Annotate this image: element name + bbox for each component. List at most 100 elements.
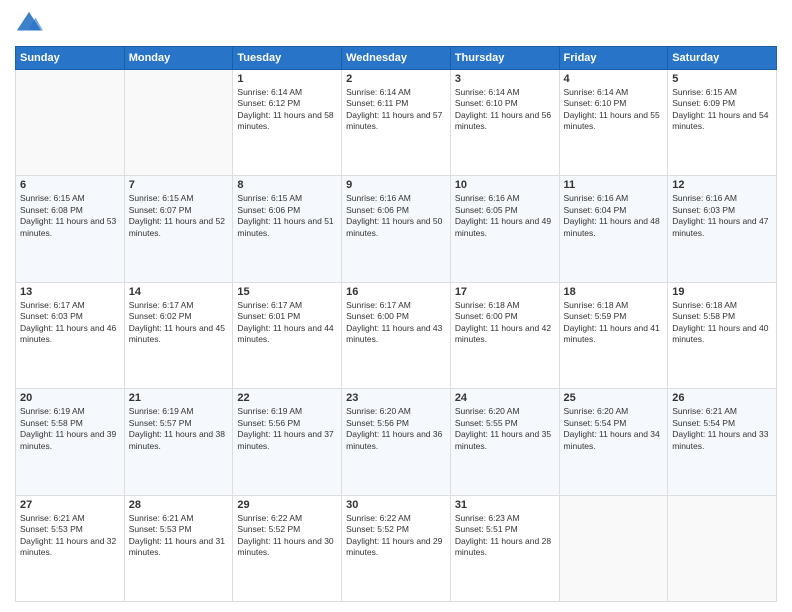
calendar-cell: 27 Sunrise: 6:21 AM Sunset: 5:53 PM Dayli… bbox=[16, 495, 125, 601]
day-number: 4 bbox=[564, 73, 664, 85]
calendar-cell: 14 Sunrise: 6:17 AM Sunset: 6:02 PM Dayli… bbox=[124, 282, 233, 388]
cell-content: Sunrise: 6:18 AM Sunset: 5:59 PM Dayligh… bbox=[564, 300, 664, 346]
calendar-cell: 29Sunrise: 6:22 AM Sunset: 5:52 PM Dayli… bbox=[233, 495, 342, 601]
calendar-cell bbox=[16, 70, 125, 176]
weekday-header-thursday: Thursday bbox=[450, 47, 559, 70]
header bbox=[15, 10, 777, 38]
day-number: 24 bbox=[455, 392, 555, 404]
calendar-cell: 23 Sunrise: 6:20 AM Sunset: 5:56 PM Dayli… bbox=[342, 389, 451, 495]
day-number: 16 bbox=[346, 286, 446, 298]
cell-content: Sunrise: 6:21 AM Sunset: 5:54 PM Dayligh… bbox=[672, 406, 772, 452]
day-number: 31 bbox=[455, 499, 555, 511]
calendar-cell: 28Sunrise: 6:21 AM Sunset: 5:53 PM Dayli… bbox=[124, 495, 233, 601]
calendar-cell: 18Sunrise: 6:18 AM Sunset: 5:59 PM Dayli… bbox=[559, 282, 668, 388]
calendar-cell: 10 Sunrise: 6:16 AM Sunset: 6:05 PM Dayli… bbox=[450, 176, 559, 282]
calendar-cell: 1 Sunrise: 6:14 AM Sunset: 6:12 PM Daylig… bbox=[233, 70, 342, 176]
calendar-week-2: 6 Sunrise: 6:15 AM Sunset: 6:08 PM Daylig… bbox=[16, 176, 777, 282]
cell-content: Sunrise: 6:17 AM Sunset: 6:00 PM Dayligh… bbox=[346, 300, 446, 346]
day-number: 6 bbox=[20, 179, 120, 191]
day-number: 17 bbox=[455, 286, 555, 298]
calendar-cell: 3 Sunrise: 6:14 AM Sunset: 6:10 PM Daylig… bbox=[450, 70, 559, 176]
calendar-week-3: 13 Sunrise: 6:17 AM Sunset: 6:03 PM Dayli… bbox=[16, 282, 777, 388]
calendar-cell: 8 Sunrise: 6:15 AM Sunset: 6:06 PM Daylig… bbox=[233, 176, 342, 282]
day-number: 19 bbox=[672, 286, 772, 298]
cell-content: Sunrise: 6:19 AM Sunset: 5:58 PM Dayligh… bbox=[20, 406, 120, 452]
cell-content: Sunrise: 6:14 AM Sunset: 6:10 PM Dayligh… bbox=[564, 87, 664, 133]
cell-content: Sunrise: 6:16 AM Sunset: 6:06 PM Dayligh… bbox=[346, 193, 446, 239]
day-number: 15 bbox=[237, 286, 337, 298]
calendar-cell: 13 Sunrise: 6:17 AM Sunset: 6:03 PM Dayli… bbox=[16, 282, 125, 388]
day-number: 28 bbox=[129, 499, 229, 511]
calendar-cell: 9 Sunrise: 6:16 AM Sunset: 6:06 PM Daylig… bbox=[342, 176, 451, 282]
calendar-cell: 17Sunrise: 6:18 AM Sunset: 6:00 PM Dayli… bbox=[450, 282, 559, 388]
calendar-cell: 11Sunrise: 6:16 AM Sunset: 6:04 PM Dayli… bbox=[559, 176, 668, 282]
day-number: 13 bbox=[20, 286, 120, 298]
calendar-cell: 26 Sunrise: 6:21 AM Sunset: 5:54 PM Dayli… bbox=[668, 389, 777, 495]
calendar-cell bbox=[668, 495, 777, 601]
calendar-cell: 19 Sunrise: 6:18 AM Sunset: 5:58 PM Dayli… bbox=[668, 282, 777, 388]
day-number: 27 bbox=[20, 499, 120, 511]
cell-content: Sunrise: 6:20 AM Sunset: 5:56 PM Dayligh… bbox=[346, 406, 446, 452]
calendar-cell: 21 Sunrise: 6:19 AM Sunset: 5:57 PM Dayli… bbox=[124, 389, 233, 495]
cell-content: Sunrise: 6:20 AM Sunset: 5:54 PM Dayligh… bbox=[564, 406, 664, 452]
day-number: 1 bbox=[237, 73, 337, 85]
cell-content: Sunrise: 6:22 AM Sunset: 5:52 PM Dayligh… bbox=[237, 513, 337, 559]
calendar-cell: 12Sunrise: 6:16 AM Sunset: 6:03 PM Dayli… bbox=[668, 176, 777, 282]
cell-content: Sunrise: 6:15 AM Sunset: 6:08 PM Dayligh… bbox=[20, 193, 120, 239]
calendar-week-4: 20Sunrise: 6:19 AM Sunset: 5:58 PM Dayli… bbox=[16, 389, 777, 495]
weekday-header-saturday: Saturday bbox=[668, 47, 777, 70]
day-number: 8 bbox=[237, 179, 337, 191]
weekday-header-sunday: Sunday bbox=[16, 47, 125, 70]
cell-content: Sunrise: 6:14 AM Sunset: 6:10 PM Dayligh… bbox=[455, 87, 555, 133]
day-number: 23 bbox=[346, 392, 446, 404]
cell-content: Sunrise: 6:23 AM Sunset: 5:51 PM Dayligh… bbox=[455, 513, 555, 559]
calendar-cell: 7 Sunrise: 6:15 AM Sunset: 6:07 PM Daylig… bbox=[124, 176, 233, 282]
day-number: 11 bbox=[564, 179, 664, 191]
cell-content: Sunrise: 6:18 AM Sunset: 5:58 PM Dayligh… bbox=[672, 300, 772, 346]
day-number: 21 bbox=[129, 392, 229, 404]
cell-content: Sunrise: 6:15 AM Sunset: 6:09 PM Dayligh… bbox=[672, 87, 772, 133]
cell-content: Sunrise: 6:19 AM Sunset: 5:57 PM Dayligh… bbox=[129, 406, 229, 452]
calendar-cell: 4 Sunrise: 6:14 AM Sunset: 6:10 PM Daylig… bbox=[559, 70, 668, 176]
day-number: 2 bbox=[346, 73, 446, 85]
calendar-table: SundayMondayTuesdayWednesdayThursdayFrid… bbox=[15, 46, 777, 602]
weekday-header-monday: Monday bbox=[124, 47, 233, 70]
calendar-cell: 25Sunrise: 6:20 AM Sunset: 5:54 PM Dayli… bbox=[559, 389, 668, 495]
day-number: 22 bbox=[237, 392, 337, 404]
day-number: 3 bbox=[455, 73, 555, 85]
cell-content: Sunrise: 6:17 AM Sunset: 6:02 PM Dayligh… bbox=[129, 300, 229, 346]
calendar-cell: 31 Sunrise: 6:23 AM Sunset: 5:51 PM Dayli… bbox=[450, 495, 559, 601]
calendar-cell: 20Sunrise: 6:19 AM Sunset: 5:58 PM Dayli… bbox=[16, 389, 125, 495]
calendar-cell: 16 Sunrise: 6:17 AM Sunset: 6:00 PM Dayli… bbox=[342, 282, 451, 388]
cell-content: Sunrise: 6:15 AM Sunset: 6:06 PM Dayligh… bbox=[237, 193, 337, 239]
cell-content: Sunrise: 6:17 AM Sunset: 6:01 PM Dayligh… bbox=[237, 300, 337, 346]
calendar-cell: 5 Sunrise: 6:15 AM Sunset: 6:09 PM Daylig… bbox=[668, 70, 777, 176]
cell-content: Sunrise: 6:16 AM Sunset: 6:03 PM Dayligh… bbox=[672, 193, 772, 239]
cell-content: Sunrise: 6:17 AM Sunset: 6:03 PM Dayligh… bbox=[20, 300, 120, 346]
day-number: 5 bbox=[672, 73, 772, 85]
cell-content: Sunrise: 6:20 AM Sunset: 5:55 PM Dayligh… bbox=[455, 406, 555, 452]
calendar-week-1: 1 Sunrise: 6:14 AM Sunset: 6:12 PM Daylig… bbox=[16, 70, 777, 176]
day-number: 9 bbox=[346, 179, 446, 191]
day-number: 30 bbox=[346, 499, 446, 511]
calendar-cell: 22Sunrise: 6:19 AM Sunset: 5:56 PM Dayli… bbox=[233, 389, 342, 495]
cell-content: Sunrise: 6:16 AM Sunset: 6:05 PM Dayligh… bbox=[455, 193, 555, 239]
calendar-cell: 2 Sunrise: 6:14 AM Sunset: 6:11 PM Daylig… bbox=[342, 70, 451, 176]
day-number: 26 bbox=[672, 392, 772, 404]
calendar-cell: 15 Sunrise: 6:17 AM Sunset: 6:01 PM Dayli… bbox=[233, 282, 342, 388]
day-number: 10 bbox=[455, 179, 555, 191]
logo bbox=[15, 10, 47, 38]
cell-content: Sunrise: 6:14 AM Sunset: 6:12 PM Dayligh… bbox=[237, 87, 337, 133]
day-number: 7 bbox=[129, 179, 229, 191]
cell-content: Sunrise: 6:21 AM Sunset: 5:53 PM Dayligh… bbox=[20, 513, 120, 559]
cell-content: Sunrise: 6:14 AM Sunset: 6:11 PM Dayligh… bbox=[346, 87, 446, 133]
calendar-cell: 24 Sunrise: 6:20 AM Sunset: 5:55 PM Dayli… bbox=[450, 389, 559, 495]
calendar-cell bbox=[559, 495, 668, 601]
weekday-header-wednesday: Wednesday bbox=[342, 47, 451, 70]
cell-content: Sunrise: 6:15 AM Sunset: 6:07 PM Dayligh… bbox=[129, 193, 229, 239]
day-number: 14 bbox=[129, 286, 229, 298]
calendar-cell bbox=[124, 70, 233, 176]
logo-icon bbox=[15, 10, 43, 38]
cell-content: Sunrise: 6:22 AM Sunset: 5:52 PM Dayligh… bbox=[346, 513, 446, 559]
calendar-cell: 6 Sunrise: 6:15 AM Sunset: 6:08 PM Daylig… bbox=[16, 176, 125, 282]
